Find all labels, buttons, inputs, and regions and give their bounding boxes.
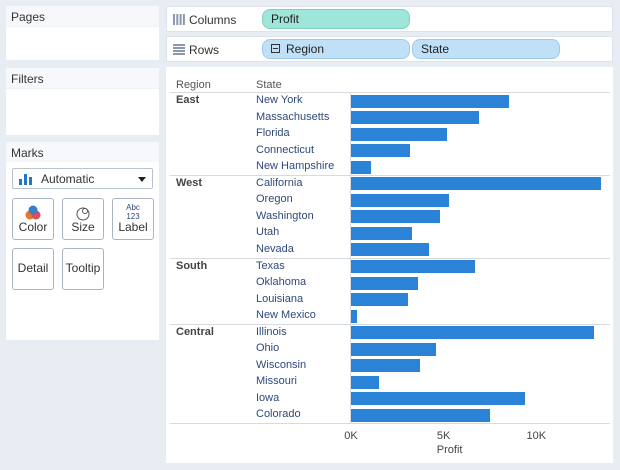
color-icon	[25, 205, 41, 220]
state-label: Florida	[256, 127, 290, 140]
state-pill-label: State	[421, 42, 450, 56]
x-tick-label: 5K	[436, 430, 451, 442]
bar-mark[interactable]	[351, 276, 418, 290]
rows-icon	[173, 44, 185, 55]
bar-mark[interactable]	[351, 293, 409, 307]
bar-mark[interactable]	[351, 111, 479, 125]
bar-mark[interactable]	[351, 160, 372, 174]
row-separator	[170, 257, 610, 259]
tooltip-button-label: Tooltip	[65, 261, 101, 275]
bar-mark[interactable]	[351, 326, 594, 340]
region-label: East	[176, 94, 200, 106]
marks-card: Marks Automatic Color Size Abc 123 Label	[6, 142, 159, 340]
region-header: Region	[176, 79, 211, 91]
row-separator	[170, 174, 610, 176]
bar-mark[interactable]	[351, 94, 509, 108]
size-button[interactable]: Size	[62, 198, 104, 240]
color-button-label: Color	[18, 220, 48, 234]
label-button[interactable]: Abc 123 Label	[112, 198, 154, 240]
bar-mark[interactable]	[351, 359, 420, 373]
state-label: Colorado	[256, 408, 301, 421]
x-tick-label: 0K	[344, 430, 358, 442]
marks-card-title: Marks	[11, 146, 44, 160]
label-button-label: Label	[118, 220, 148, 234]
bar-mark[interactable]	[351, 210, 440, 224]
state-label: Louisiana	[256, 292, 304, 305]
bar-mark[interactable]	[351, 408, 490, 422]
tooltip-button[interactable]: Tooltip	[62, 248, 104, 290]
pages-drop-zone[interactable]	[6, 26, 159, 60]
filters-card: Filters	[6, 68, 159, 135]
bar-mark[interactable]	[351, 193, 450, 207]
state-label: Texas	[256, 259, 285, 272]
region-pill[interactable]: Region	[262, 39, 410, 59]
size-button-label: Size	[71, 220, 95, 234]
bar-mark[interactable]	[351, 226, 413, 240]
color-button[interactable]: Color	[12, 198, 54, 240]
profit-pill-label: Profit	[271, 12, 300, 26]
state-label: Massachusetts	[256, 110, 330, 123]
rows-shelf-label: Rows	[189, 43, 220, 57]
pages-card-title: Pages	[11, 10, 46, 24]
region-label: South	[176, 259, 208, 272]
bar-mark[interactable]	[351, 127, 448, 141]
row-separator	[170, 323, 610, 325]
state-label: Iowa	[256, 391, 280, 404]
state-label: Illinois	[256, 325, 287, 338]
view-area: Region State East New York Massachusetts Fl…	[166, 67, 613, 463]
columns-shelf-label: Columns	[189, 13, 237, 27]
bar-mark[interactable]	[351, 309, 357, 323]
bar-mark[interactable]	[351, 260, 476, 273]
state-label: Oklahoma	[256, 276, 307, 289]
detail-button-label: Detail	[17, 261, 49, 275]
rows-shelf[interactable]: Rows Region State	[166, 36, 613, 62]
state-pill[interactable]: State	[412, 39, 560, 59]
bar-mark[interactable]	[351, 342, 437, 356]
state-label: Wisconsin	[256, 358, 307, 371]
state-label: New Mexico	[256, 309, 316, 322]
region-label: West	[176, 176, 203, 189]
region-pill-label: Region	[286, 42, 325, 56]
filters-drop-zone[interactable]	[6, 88, 159, 135]
columns-shelf[interactable]: Columns Profit	[166, 6, 613, 32]
state-label: Oregon	[256, 193, 293, 206]
state-label: New York	[256, 94, 303, 106]
state-label: Washington	[256, 209, 314, 222]
bar-mark[interactable]	[351, 144, 411, 158]
state-label: New Hampshire	[256, 160, 335, 173]
row-separator	[170, 92, 610, 93]
state-label: Nevada	[256, 242, 294, 255]
profit-pill[interactable]: Profit	[262, 9, 410, 29]
collapse-icon[interactable]	[271, 44, 280, 53]
state-header: State	[256, 79, 282, 91]
size-icon	[76, 207, 90, 221]
mark-type-dropdown[interactable]: Automatic	[12, 168, 153, 189]
bar-mark[interactable]	[351, 243, 429, 257]
columns-icon	[173, 14, 185, 25]
x-axis-title: Profit	[436, 444, 463, 456]
pages-card: Pages	[6, 6, 159, 60]
state-label: Ohio	[256, 342, 280, 355]
bar-mark[interactable]	[351, 375, 379, 389]
bar-mark[interactable]	[351, 392, 526, 406]
detail-button[interactable]: Detail	[12, 248, 54, 290]
label-icon: Abc 123	[126, 203, 140, 221]
state-label: Missouri	[256, 375, 297, 388]
state-label: Connecticut	[256, 143, 315, 156]
bar-chart-icon	[19, 174, 33, 185]
row-separator	[170, 423, 610, 424]
state-label: California	[256, 176, 303, 189]
chevron-down-icon[interactable]	[138, 177, 146, 182]
mark-type-value: Automatic	[41, 172, 95, 186]
region-label: Central	[176, 325, 214, 338]
label-icon-text-top: Abc	[126, 203, 140, 212]
filters-card-title: Filters	[11, 72, 44, 86]
bar-mark[interactable]	[351, 177, 602, 191]
state-label: Utah	[256, 226, 280, 239]
x-tick-label: 10K	[526, 430, 547, 442]
